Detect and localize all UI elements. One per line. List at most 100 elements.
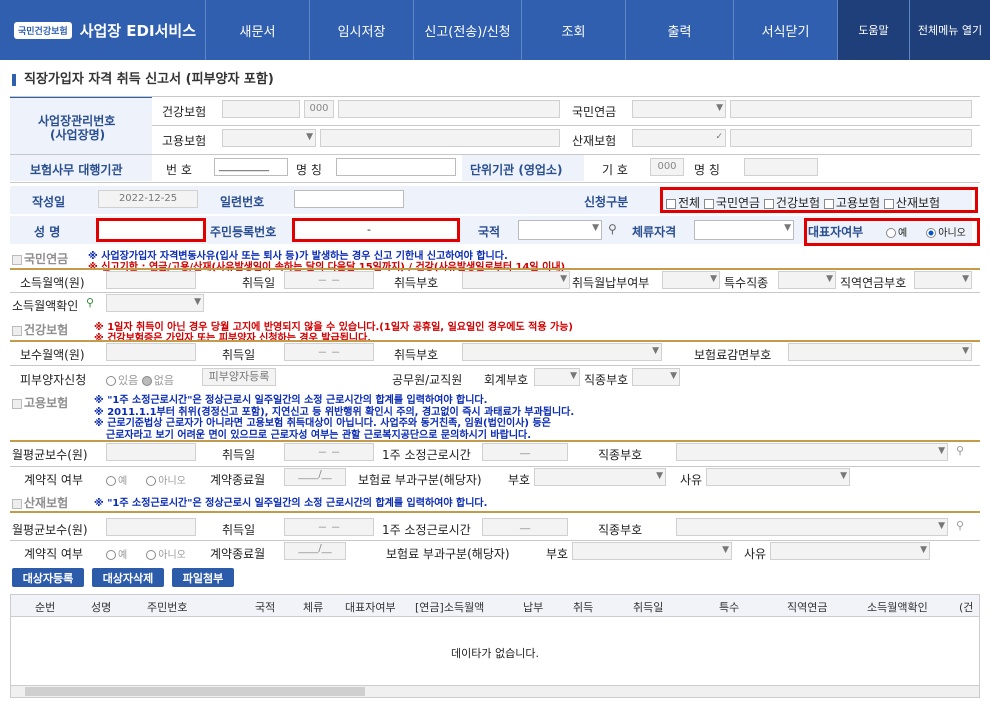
column-header[interactable]: 소득월액확인	[867, 599, 928, 615]
employment-employer-select[interactable]: ▼	[222, 129, 316, 147]
column-header[interactable]: 체류	[303, 599, 323, 615]
column-header[interactable]: 취득	[573, 599, 593, 615]
column-header[interactable]: 국적	[255, 599, 275, 615]
dependent-yes-radio[interactable]: 있음	[106, 374, 138, 387]
accident-weekly-hours-field: __	[482, 518, 568, 536]
chevron-down-icon: ▼	[962, 346, 969, 356]
accident-contract-no-radio[interactable]: 아니오	[146, 550, 186, 561]
pension-employer-select[interactable]: ▼	[632, 100, 726, 118]
help-button[interactable]: 도움말	[837, 0, 909, 60]
search-icon[interactable]: ⚲	[956, 444, 964, 457]
accident-avg-salary-field	[106, 518, 196, 536]
menu-new-document[interactable]: 새문서	[205, 0, 309, 60]
nationality-label: 국적	[478, 225, 501, 239]
accident-section-checkbox[interactable]	[12, 498, 22, 509]
job-code-select: ▼	[632, 368, 680, 386]
serial-field[interactable]	[294, 190, 404, 208]
name-label: 성 명	[34, 225, 61, 239]
accident-employer-select[interactable]: ✓	[632, 129, 726, 147]
contract-yes-radio[interactable]: 예	[106, 476, 127, 487]
pension-special-select: ▼	[778, 271, 836, 289]
app-logo[interactable]: 국민건강보험 사업장 EDI서비스	[0, 0, 205, 60]
search-icon[interactable]: ⚲	[608, 222, 617, 236]
nationality-select[interactable]: ▼	[518, 220, 602, 240]
employment-section-toggle[interactable]: 고용보험	[12, 394, 68, 411]
pension-income-field	[106, 271, 196, 289]
menu-close-form[interactable]: 서식닫기	[733, 0, 837, 60]
employment-weekly-hours-label: 1주 소정근로시간	[382, 448, 471, 462]
column-header[interactable]: 납부	[523, 599, 543, 615]
chevron-down-icon: ▼	[306, 132, 313, 142]
health-section-toggle[interactable]: 건강보험	[12, 321, 68, 338]
pension-income-label: 소득월액(원)	[20, 276, 85, 290]
chevron-down-icon: ▼	[656, 471, 663, 481]
all-menu-button[interactable]: 전체메뉴 열기	[909, 0, 990, 60]
register-target-button[interactable]: 대상자등록	[12, 568, 84, 587]
horizontal-scrollbar[interactable]	[11, 685, 979, 697]
employment-section-checkbox[interactable]	[12, 398, 22, 409]
chevron-down-icon: ▼	[938, 446, 945, 456]
chevron-down-icon: ▼	[716, 103, 723, 113]
menu-print[interactable]: 출력	[625, 0, 733, 60]
accident-contract-end-label: 계약종료월	[210, 547, 266, 561]
column-header[interactable]: (건	[959, 599, 973, 615]
column-header[interactable]: 성명	[91, 599, 111, 615]
column-header[interactable]: 직역연금	[787, 599, 827, 615]
rrn-label: 주민등록번호	[210, 225, 277, 239]
health-acq-date-label: 취득일	[222, 348, 256, 362]
employment-notice-4: 근로자라고 보기 어려운 면이 있으므로 근로자성 여부는 관할 근로복지공단으…	[106, 430, 532, 441]
health-salary-label: 보수월액(원)	[20, 348, 85, 362]
column-header[interactable]: 대표자여부	[345, 599, 396, 615]
dependent-no-radio[interactable]: 없음	[141, 374, 174, 387]
column-header[interactable]: 주민번호	[147, 599, 187, 615]
contract-no-radio[interactable]: 아니오	[146, 476, 186, 487]
column-header[interactable]: 순번	[35, 599, 55, 615]
attach-file-button[interactable]: 파일첨부	[172, 568, 234, 587]
pension-acq-code-label: 취득부호	[394, 276, 439, 290]
unit-code-label: 기 호	[602, 163, 628, 177]
accident-employer-name-field	[730, 129, 972, 147]
pension-section-checkbox[interactable]	[12, 254, 22, 265]
dependent-register-button[interactable]: 피부양자등록	[202, 368, 276, 386]
scrollbar-thumb[interactable]	[25, 687, 365, 696]
serial-label: 일련번호	[220, 195, 265, 209]
grid-empty-message: 데이타가 없습니다.	[451, 647, 539, 660]
employment-acq-date-label: 취득일	[222, 448, 256, 462]
column-header[interactable]: 특수	[719, 599, 739, 615]
employment-contract-label: 계약직 여부	[24, 473, 84, 487]
accident-insurance-label: 산재보험	[572, 134, 617, 148]
pension-label: 국민연금	[572, 105, 617, 119]
pension-section-toggle[interactable]: 국민연금	[12, 250, 68, 267]
column-header[interactable]: 취득일	[633, 599, 663, 615]
pension-income-confirm-select: ▼	[106, 294, 204, 312]
date-label: 작성일	[32, 195, 66, 209]
menu-submit[interactable]: 신고(전송)/신청	[413, 0, 521, 60]
search-icon[interactable]: ⚲	[956, 519, 964, 532]
stay-status-select[interactable]: ▼	[694, 220, 794, 240]
accident-acq-date-field: － －	[284, 518, 374, 536]
employment-reason-label: 사유	[680, 473, 703, 487]
accident-contract-end-field: ____/__	[284, 542, 346, 560]
date-field[interactable]: 2022-12-25	[98, 190, 198, 208]
chevron-down-icon: ▼	[962, 274, 969, 284]
highlight-name	[96, 218, 206, 242]
accident-section-toggle[interactable]: 산재보험	[12, 494, 68, 511]
magnifier-icon[interactable]: ⚲	[86, 296, 94, 309]
agency-number-field[interactable]: __________	[214, 158, 288, 176]
accident-contract-options: 예 아니오	[106, 546, 186, 561]
employment-contract-options: 예 아니오	[106, 472, 186, 487]
delete-target-button[interactable]: 대상자삭제	[92, 568, 164, 587]
agency-name-field[interactable]	[336, 158, 456, 176]
chevron-down-icon: ▼	[920, 545, 927, 555]
accident-code-select: ▼	[572, 542, 732, 560]
account-code-label: 회계부호	[484, 373, 529, 387]
menu-inquiry[interactable]: 조회	[521, 0, 625, 60]
pension-acq-code-select: ▼	[462, 271, 570, 289]
column-header[interactable]: [연금]소득월액	[415, 599, 484, 615]
health-insurance-label: 건강보험	[162, 105, 207, 119]
menu-temp-save[interactable]: 임시저장	[309, 0, 413, 60]
highlight-rrn	[292, 218, 460, 242]
health-section-checkbox[interactable]	[12, 325, 22, 336]
accident-contract-yes-radio[interactable]: 예	[106, 550, 127, 561]
chevron-down-icon: ▼	[826, 274, 833, 284]
